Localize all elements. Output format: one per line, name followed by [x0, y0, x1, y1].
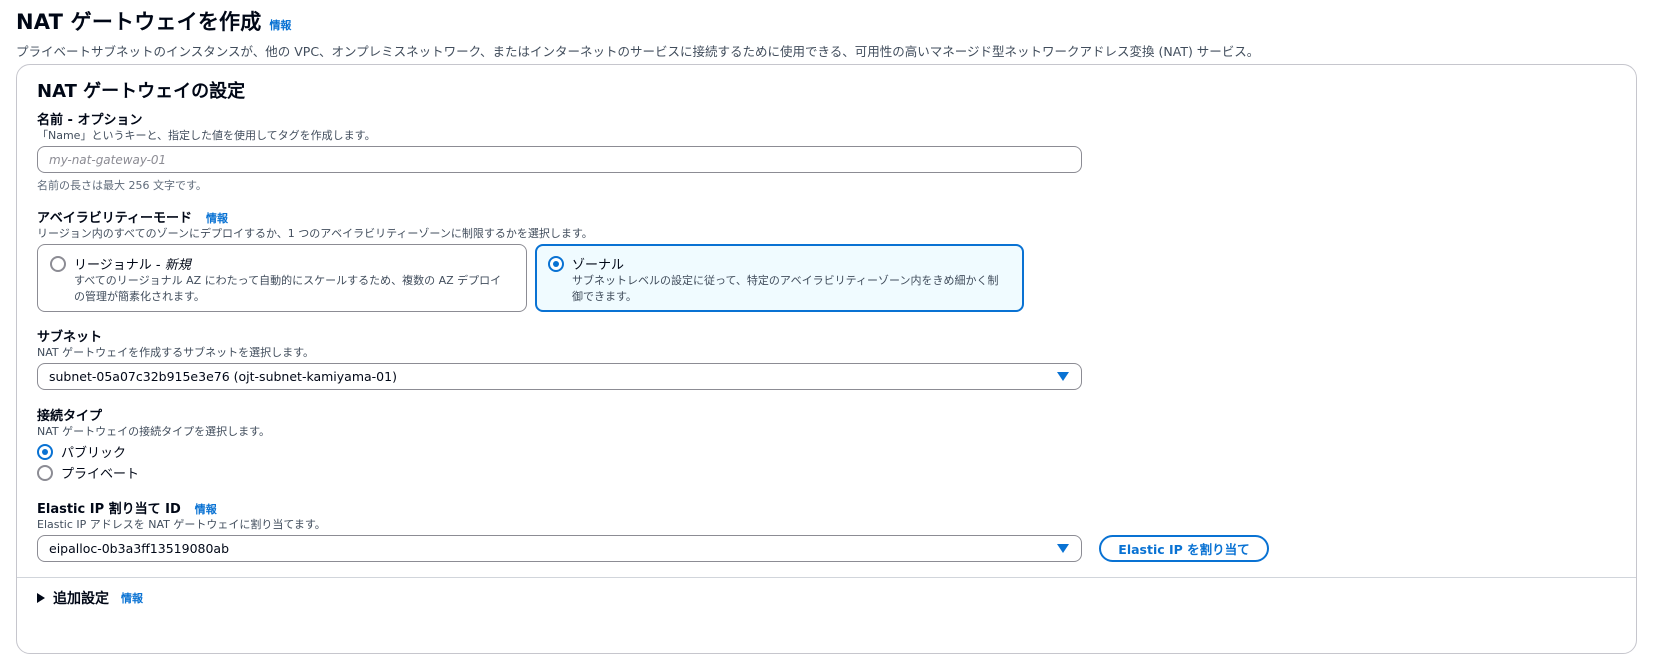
- regional-radio[interactable]: [50, 256, 66, 272]
- subnet-label-text: サブネット: [37, 330, 103, 345]
- connectivity-type-description: NAT ゲートウェイの接続タイプを選択します。: [37, 425, 271, 438]
- availability-mode-label: アベイラビリティーモード 情報: [37, 207, 228, 226]
- regional-description: すべてのリージョナル AZ にわたって自動的にスケールするため、複数の AZ デ…: [74, 274, 502, 303]
- connectivity-option-public[interactable]: パブリック: [37, 442, 126, 461]
- page-title: NAT ゲートウェイを作成: [16, 10, 262, 34]
- zonal-description: サブネットレベルの設定に従って、特定のアベイラビリティーゾーン内をきめ細かく制御…: [572, 274, 999, 303]
- name-description: 「Name」というキーと、指定した値を使用してタグを作成します。: [37, 129, 376, 142]
- caret-right-icon: [37, 593, 45, 603]
- zonal-title: ゾーナル: [572, 258, 625, 273]
- chevron-down-icon: [1057, 372, 1069, 381]
- subnet-label: サブネット: [37, 326, 102, 345]
- subnet-selected-value: subnet-05a07c32b915e3e76 (ojt-subnet-kam…: [49, 369, 397, 384]
- allocate-elastic-ip-button[interactable]: Elastic IP を割り当て: [1099, 535, 1269, 562]
- name-constraint: 名前の長さは最大 256 文字です。: [37, 179, 207, 192]
- page-info-link[interactable]: 情報: [269, 17, 291, 33]
- nat-gateway-settings-panel: NAT ゲートウェイの設定 名前 - オプション 「Name」というキーと、指定…: [16, 64, 1637, 654]
- availability-tile-regional[interactable]: リージョナル - 新規 すべてのリージョナル AZ にわたって自動的にスケールす…: [37, 244, 527, 312]
- elastic-ip-label: Elastic IP 割り当て ID 情報: [37, 498, 217, 517]
- elastic-ip-label-text: Elastic IP 割り当て ID: [37, 502, 181, 517]
- chevron-down-icon: [1057, 544, 1069, 553]
- elastic-ip-select[interactable]: eipalloc-0b3a3ff13519080ab: [37, 535, 1082, 562]
- subnet-select[interactable]: subnet-05a07c32b915e3e76 (ojt-subnet-kam…: [37, 363, 1082, 390]
- availability-mode-description: リージョン内のすべてのゾーンにデプロイするか、1 つのアベイラビリティーゾーンに…: [37, 227, 593, 240]
- section-divider: [17, 577, 1636, 578]
- page-description: プライベートサブネットのインスタンスが、他の VPC、オンプレミスネットワーク、…: [16, 44, 1260, 59]
- subnet-description: NAT ゲートウェイを作成するサブネットを選択します。: [37, 346, 315, 359]
- regional-title: リージョナル - 新規: [74, 254, 191, 273]
- connectivity-type-label-text: 接続タイプ: [37, 409, 103, 424]
- availability-mode-label-text: アベイラビリティーモード: [37, 211, 192, 226]
- connectivity-type-label: 接続タイプ: [37, 405, 102, 424]
- public-label: パブリック: [61, 446, 127, 461]
- name-label: 名前 - オプション: [37, 109, 142, 128]
- panel-title: NAT ゲートウェイの設定: [37, 81, 246, 102]
- elastic-ip-description: Elastic IP アドレスを NAT ゲートウェイに割り当てます。: [37, 518, 326, 531]
- regional-title-text: リージョナル -: [74, 258, 165, 273]
- elastic-ip-info-link[interactable]: 情報: [195, 501, 217, 517]
- additional-settings-info-link[interactable]: 情報: [121, 590, 143, 606]
- connectivity-option-private[interactable]: プライベート: [37, 463, 139, 482]
- additional-settings-label: 追加設定: [53, 591, 109, 607]
- title-row: NAT ゲートウェイを作成 情報: [16, 6, 1656, 36]
- availability-tile-zonal[interactable]: ゾーナル サブネットレベルの設定に従って、特定のアベイラビリティーゾーン内をきめ…: [535, 244, 1024, 312]
- page-header: NAT ゲートウェイを作成 情報 プライベートサブネットのインスタンスが、他の …: [16, 6, 1656, 60]
- new-badge: 新規: [164, 258, 191, 273]
- create-nat-gateway-page: NAT ゲートウェイを作成 情報 プライベートサブネットのインスタンスが、他の …: [0, 0, 1662, 667]
- public-radio[interactable]: [37, 443, 53, 460]
- elastic-ip-selected-value: eipalloc-0b3a3ff13519080ab: [49, 541, 230, 556]
- private-label: プライベート: [61, 467, 140, 482]
- additional-settings-expander[interactable]: 追加設定 情報: [37, 588, 143, 608]
- name-input[interactable]: [37, 146, 1082, 173]
- zonal-radio[interactable]: [548, 256, 564, 272]
- private-radio[interactable]: [37, 464, 53, 481]
- name-label-text: 名前 - オプション: [37, 113, 143, 128]
- availability-mode-info-link[interactable]: 情報: [206, 210, 228, 226]
